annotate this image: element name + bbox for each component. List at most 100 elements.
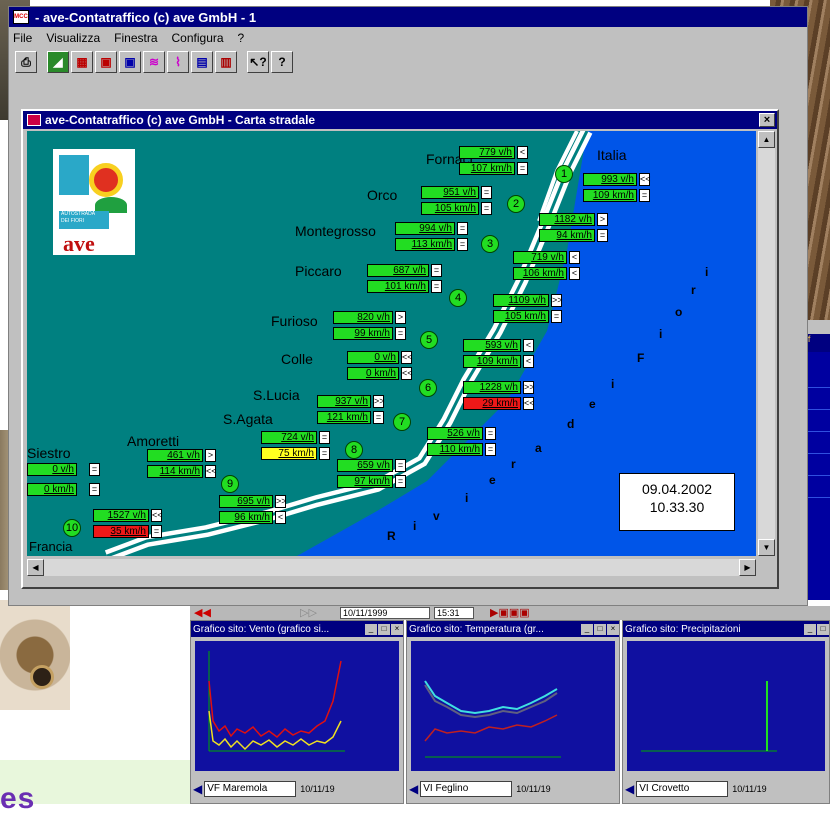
station-marker[interactable]: 3 xyxy=(481,235,499,253)
equal-icon[interactable]: = xyxy=(485,427,496,440)
minimize-icon[interactable]: _ xyxy=(581,623,593,635)
direction-icon[interactable]: << xyxy=(205,465,217,478)
site-select[interactable]: VF Maremola xyxy=(204,781,297,797)
minimize-icon[interactable]: _ xyxy=(365,623,377,635)
map-titlebar[interactable]: ave-Contatraffico (c) ave GmbH - Carta s… xyxy=(23,111,777,129)
equal-icon[interactable]: = xyxy=(373,411,384,424)
graph-window-titlebar[interactable]: Grafico sito: Vento (grafico si... _ □ × xyxy=(191,621,403,637)
equal-icon[interactable]: = xyxy=(551,310,562,323)
print-icon[interactable]: ⎙ xyxy=(15,51,37,73)
close-icon[interactable]: × xyxy=(759,113,775,127)
station-marker[interactable]: 10 xyxy=(63,519,81,537)
wave-icon[interactable]: ≋ xyxy=(143,51,165,73)
equal-icon[interactable]: = xyxy=(395,327,406,340)
graph-window-vento[interactable]: Grafico sito: Vento (grafico si... _ □ × ◀… xyxy=(190,620,404,804)
table-icon[interactable]: ▤ xyxy=(191,51,213,73)
direction-icon[interactable]: << xyxy=(639,173,651,186)
direction-icon[interactable]: > xyxy=(395,311,406,324)
direction-icon[interactable]: < xyxy=(569,251,580,264)
date-field[interactable]: 10/11/19 xyxy=(300,784,334,794)
station-marker[interactable]: 4 xyxy=(449,289,467,307)
scroll-right-icon[interactable]: ▶ xyxy=(739,559,756,576)
graph-window-precipitazioni[interactable]: Grafico sito: Precipitazioni _ □ ◀ VI Cro… xyxy=(622,620,830,804)
station-marker[interactable]: 7 xyxy=(393,413,411,431)
equal-icon[interactable]: = xyxy=(517,162,528,175)
scroll-up-icon[interactable]: ▲ xyxy=(758,131,775,148)
direction-icon[interactable]: >> xyxy=(275,495,287,508)
prev-site-icon[interactable]: ◀ xyxy=(193,782,202,796)
equal-icon[interactable]: = xyxy=(395,475,406,488)
direction-icon[interactable]: < xyxy=(523,339,534,352)
equal-icon[interactable]: = xyxy=(639,189,650,202)
graph-window-titlebar[interactable]: Grafico sito: Temperatura (gr... _ □ × xyxy=(407,621,619,637)
table-icon[interactable]: ▥ xyxy=(215,51,237,73)
equal-icon[interactable]: = xyxy=(431,280,442,293)
equal-icon[interactable]: = xyxy=(395,459,406,472)
equal-icon[interactable]: = xyxy=(151,525,162,538)
direction-icon[interactable]: < xyxy=(517,146,528,159)
arrow-left-icon[interactable]: ◀◀ xyxy=(194,606,211,619)
menu-file[interactable]: File xyxy=(13,31,32,45)
maximize-icon[interactable]: □ xyxy=(594,623,606,635)
nav-date-field[interactable]: 10/11/1999 xyxy=(340,607,430,619)
direction-icon[interactable]: < xyxy=(523,355,534,368)
direction-icon[interactable]: << xyxy=(523,397,535,410)
equal-icon[interactable]: = xyxy=(481,186,492,199)
station-marker[interactable]: 6 xyxy=(419,379,437,397)
scroll-left-icon[interactable]: ◀ xyxy=(27,559,44,576)
direction-icon[interactable]: << xyxy=(151,509,163,522)
horizontal-scrollbar[interactable]: ◀ ▶ xyxy=(27,559,756,576)
equal-icon[interactable]: = xyxy=(89,463,100,476)
site-select[interactable]: VI Feglino xyxy=(420,781,513,797)
main-titlebar[interactable]: MCC - ave-Contatraffico (c) ave GmbH - 1 xyxy=(9,7,807,27)
equal-icon[interactable]: = xyxy=(319,431,330,444)
graph-window-temperatura[interactable]: Grafico sito: Temperatura (gr... _ □ × ◀ V… xyxy=(406,620,620,804)
direction-icon[interactable]: < xyxy=(275,511,286,524)
maximize-icon[interactable]: □ xyxy=(817,623,829,635)
station-marker[interactable]: 1 xyxy=(555,165,573,183)
equal-icon[interactable]: = xyxy=(485,443,496,456)
grid-icon[interactable]: ▦ xyxy=(71,51,93,73)
direction-icon[interactable]: > xyxy=(597,213,608,226)
station-marker[interactable]: 8 xyxy=(345,441,363,459)
direction-icon[interactable]: << xyxy=(401,351,413,364)
equal-icon[interactable]: = xyxy=(319,447,330,460)
date-field[interactable]: 10/11/19 xyxy=(732,784,766,794)
direction-icon[interactable]: >> xyxy=(373,395,385,408)
direction-icon[interactable]: >> xyxy=(551,294,563,307)
station-marker[interactable]: 9 xyxy=(221,475,239,493)
prev-site-icon[interactable]: ◀ xyxy=(625,782,634,796)
scroll-down-icon[interactable]: ▼ xyxy=(758,539,775,556)
grid-icon[interactable]: ▣ xyxy=(95,51,117,73)
equal-icon[interactable]: = xyxy=(481,202,492,215)
direction-icon[interactable]: < xyxy=(569,267,580,280)
chart-icon[interactable]: ◢ xyxy=(47,51,69,73)
map-window-icon[interactable] xyxy=(27,114,41,126)
nav-tools-icon[interactable]: ▶▣▣▣ xyxy=(490,606,530,619)
vertical-scrollbar[interactable]: ▲ ▼ xyxy=(758,131,775,556)
prev-site-icon[interactable]: ◀ xyxy=(409,782,418,796)
close-icon[interactable]: × xyxy=(391,623,403,635)
equal-icon[interactable]: = xyxy=(457,238,468,251)
help-icon[interactable]: ? xyxy=(271,51,293,73)
menu-configura[interactable]: Configura xyxy=(172,31,224,45)
nav-time-field[interactable]: 15:31 xyxy=(434,607,474,619)
site-select[interactable]: VI Crovetto xyxy=(636,781,729,797)
direction-icon[interactable]: >> xyxy=(523,381,535,394)
station-marker[interactable]: 5 xyxy=(420,331,438,349)
menu-finestra[interactable]: Finestra xyxy=(114,31,157,45)
graph-icon[interactable]: ⌇ xyxy=(167,51,189,73)
direction-icon[interactable]: << xyxy=(401,367,413,380)
equal-icon[interactable]: = xyxy=(597,229,608,242)
close-icon[interactable]: × xyxy=(607,623,619,635)
grid-icon[interactable]: ▣ xyxy=(119,51,141,73)
equal-icon[interactable]: = xyxy=(457,222,468,235)
station-marker[interactable]: 2 xyxy=(507,195,525,213)
maximize-icon[interactable]: □ xyxy=(378,623,390,635)
direction-icon[interactable]: > xyxy=(205,449,216,462)
menu-help[interactable]: ? xyxy=(238,31,245,45)
context-help-icon[interactable]: ↖? xyxy=(247,51,269,73)
graph-window-titlebar[interactable]: Grafico sito: Precipitazioni _ □ xyxy=(623,621,829,637)
date-field[interactable]: 10/11/19 xyxy=(516,784,550,794)
app-icon[interactable]: MCC xyxy=(13,10,29,24)
